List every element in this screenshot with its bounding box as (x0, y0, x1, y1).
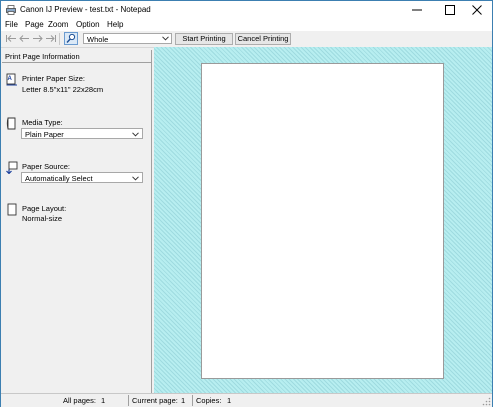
media-type-label: Media Type: (22, 118, 63, 127)
chevron-down-icon (132, 132, 139, 137)
panel-header: Print Page Information (2, 50, 151, 63)
copies-value: 1 (227, 396, 232, 405)
page-layout-label: Page Layout: (22, 204, 67, 213)
status-separator (128, 395, 129, 406)
maximize-icon (445, 5, 455, 15)
status-bar: All pages: 1 Current page: 1 Copies: 1 (1, 393, 492, 407)
preview-window: Canon IJ Preview - test.txt - Notepad Fi… (0, 0, 493, 407)
window-title: Canon IJ Preview - test.txt - Notepad (20, 5, 151, 14)
paper-size-label: Printer Paper Size: (22, 74, 85, 83)
last-page-icon[interactable] (45, 33, 57, 44)
status-separator (192, 395, 193, 406)
toolbar: Whole Start Printing Cancel Printing (1, 31, 492, 48)
chevron-down-icon (132, 176, 139, 181)
close-icon (472, 5, 482, 15)
current-page-value: 1 (181, 396, 186, 405)
minimize-icon (412, 9, 422, 11)
menu-page[interactable]: Page (25, 20, 44, 29)
paper-size-value: Letter 8.5"x11" 22x28cm (22, 85, 104, 94)
cancel-printing-button[interactable]: Cancel Printing (235, 33, 291, 45)
next-page-icon[interactable] (32, 33, 44, 44)
first-page-icon[interactable] (5, 33, 17, 44)
print-info-panel: Print Page Information A Printer Paper S… (2, 50, 152, 393)
page-preview (201, 63, 444, 379)
paper-source-label: Paper Source: (22, 162, 70, 171)
media-type-select[interactable]: Plain Paper (21, 128, 143, 139)
menu-file[interactable]: File (5, 20, 18, 29)
chevron-down-icon (162, 36, 169, 41)
menu-option[interactable]: Option (76, 20, 100, 29)
previous-page-icon[interactable] (18, 33, 30, 44)
minimize-button[interactable] (402, 1, 432, 19)
maximize-button[interactable] (435, 1, 465, 19)
paper-source-icon (6, 161, 18, 174)
resize-grip-icon[interactable] (482, 397, 491, 406)
zoom-tool-icon[interactable] (64, 32, 78, 45)
media-type-value: Plain Paper (25, 130, 64, 139)
close-button[interactable] (462, 1, 492, 19)
copies-label: Copies: (196, 396, 222, 405)
all-pages-label: All pages: (63, 396, 96, 405)
start-printing-button[interactable]: Start Printing (175, 33, 233, 45)
menu-help[interactable]: Help (107, 20, 123, 29)
all-pages-value: 1 (101, 396, 106, 405)
printer-app-icon (6, 5, 16, 15)
preview-area (154, 47, 492, 393)
paper-source-select[interactable]: Automatically Select (21, 172, 143, 183)
toolbar-separator (59, 33, 60, 45)
svg-text:A: A (8, 76, 13, 82)
paper-size-icon: A (6, 73, 17, 86)
zoom-select[interactable]: Whole (83, 33, 172, 44)
panel-title: Print Page Information (5, 52, 80, 61)
media-type-icon (6, 117, 16, 130)
zoom-select-value: Whole (87, 35, 109, 44)
menu-zoom[interactable]: Zoom (48, 20, 68, 29)
page-layout-icon (7, 203, 17, 216)
current-page-label: Current page: (132, 396, 178, 405)
paper-source-value: Automatically Select (25, 174, 93, 183)
page-layout-value: Normal-size (22, 214, 63, 223)
menu-bar: File Page Zoom Option Help (1, 19, 492, 31)
title-bar: Canon IJ Preview - test.txt - Notepad (1, 1, 492, 19)
